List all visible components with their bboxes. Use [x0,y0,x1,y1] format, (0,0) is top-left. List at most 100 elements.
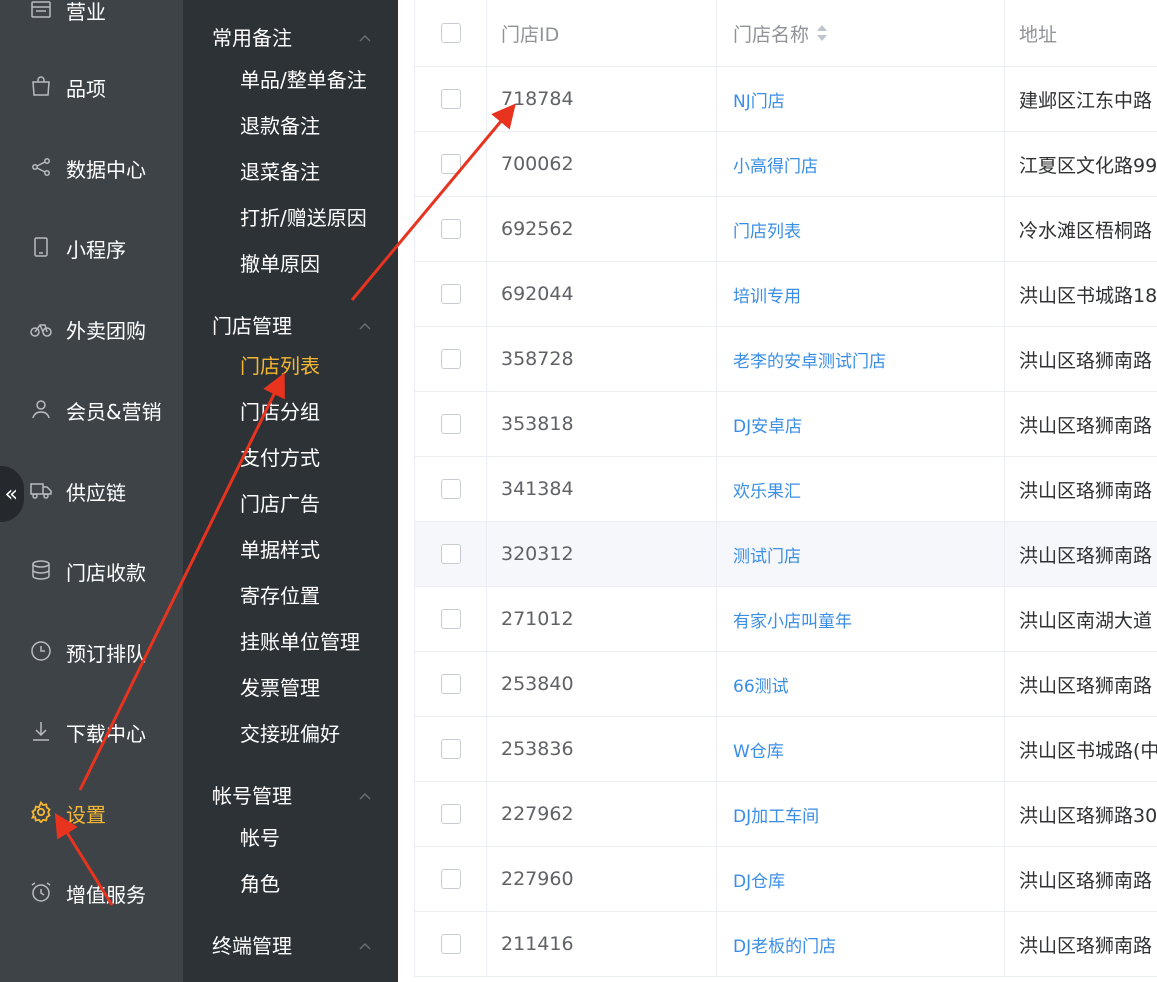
store-id-cell: 718784 [487,67,717,131]
sidebar-item-4[interactable]: 外卖团购 [0,307,183,347]
sidebar-item-label: 数据中心 [66,158,146,182]
row-checkbox[interactable] [440,804,461,824]
table-row[interactable]: 358728 老李的安卓测试门店 洪山区珞狮南路 [415,327,1157,392]
store-name-link[interactable]: DJ老板的门店 [717,912,1005,976]
store-name-link[interactable]: 欢乐果汇 [717,457,1005,521]
store-name-link[interactable]: 老李的安卓测试门店 [717,327,1005,391]
subnav-group-0[interactable]: 常用备注 [183,12,398,52]
database-icon [30,559,52,581]
column-header-address: 地址 [1005,0,1157,66]
store-name-link[interactable]: NJ门店 [717,67,1005,131]
store-id-cell: 253836 [487,717,717,781]
row-checkbox[interactable] [440,89,461,109]
store-name-link[interactable]: 66测试 [717,652,1005,716]
sidebar-item-label: 增值服务 [66,883,146,907]
store-name-link[interactable]: 测试门店 [717,522,1005,586]
store-name-link[interactable]: 小高得门店 [717,132,1005,196]
row-checkbox[interactable] [440,154,461,174]
table-row[interactable]: 320312 测试门店 洪山区珞狮南路 [415,522,1157,587]
subnav-group-2[interactable]: 帐号管理 [183,770,398,810]
table-row[interactable]: 341384 欢乐果汇 洪山区珞狮南路 [415,457,1157,522]
subnav-item-1-3[interactable]: 门店广告 [240,488,320,524]
row-checkbox-cell [415,197,487,261]
row-checkbox-cell [415,847,487,911]
store-name-link[interactable]: DJ加工车间 [717,782,1005,846]
row-checkbox-cell [415,392,487,456]
table-row[interactable]: 353818 DJ安卓店 洪山区珞狮南路 [415,392,1157,457]
subnav-item-0-2[interactable]: 退菜备注 [240,156,320,192]
sidebar-item-1[interactable]: 品项 [0,65,183,105]
subnav-item-1-8[interactable]: 交接班偏好 [240,718,340,754]
store-name-link[interactable]: DJ仓库 [717,847,1005,911]
mobile-icon [30,236,52,258]
select-all-checkbox[interactable] [440,23,461,43]
store-name-link[interactable]: 培训专用 [717,262,1005,326]
table-row[interactable]: 253840 66测试 洪山区珞狮南路 [415,652,1157,717]
download-icon [30,720,52,742]
row-checkbox[interactable] [440,739,461,759]
bicycle-icon [30,317,52,339]
subnav-item-0-0[interactable]: 单品/整单备注 [240,64,367,100]
column-header-store-name[interactable]: 门店名称 [717,0,1005,66]
subnav-item-1-5[interactable]: 寄存位置 [240,580,320,616]
subnav-item-1-0[interactable]: 门店列表 [240,350,320,386]
table-row[interactable]: 227960 DJ仓库 洪山区珞狮南路 [415,847,1157,912]
row-checkbox[interactable] [440,674,461,694]
store-name-link[interactable]: 门店列表 [717,197,1005,261]
sidebar-item-7[interactable]: 门店收款 [0,549,183,589]
sidebar-item-8[interactable]: 预订排队 [0,630,183,670]
table-row[interactable]: 271012 有家小店叫童年 洪山区南湖大道 [415,587,1157,652]
table-row[interactable]: 211416 DJ老板的门店 洪山区珞狮南路 [415,912,1157,977]
store-address-cell: 洪山区书城路18 [1019,284,1157,307]
subnav-item-2-0[interactable]: 帐号 [240,822,280,858]
table-row[interactable]: 700062 小高得门店 江夏区文化路99 [415,132,1157,197]
row-checkbox[interactable] [440,479,461,499]
sidebar-item-5[interactable]: 会员&营销 [0,388,183,428]
row-checkbox[interactable] [440,284,461,304]
table-row[interactable]: 718784 NJ门店 建邺区江东中路 [415,67,1157,132]
row-checkbox[interactable] [440,869,461,889]
row-checkbox[interactable] [440,609,461,629]
table-row[interactable]: 692044 培训专用 洪山区书城路18 [415,262,1157,327]
subnav-item-1-1[interactable]: 门店分组 [240,396,320,432]
row-checkbox[interactable] [440,219,461,239]
table-row[interactable]: 253836 W仓库 洪山区书城路(中 [415,717,1157,782]
subnav-item-1-6[interactable]: 挂账单位管理 [240,626,360,662]
subnav-item-1-4[interactable]: 单据样式 [240,534,320,570]
chevron-up-icon [359,318,371,330]
sidebar-item-10[interactable]: 设置 [0,791,183,831]
subnav-item-2-1[interactable]: 角色 [240,868,280,904]
subnav-item-0-1[interactable]: 退款备注 [240,110,320,146]
row-checkbox[interactable] [440,349,461,369]
row-checkbox-cell [415,522,487,586]
row-checkbox[interactable] [440,934,461,954]
subnav-group-1[interactable]: 门店管理 [183,300,398,340]
row-checkbox[interactable] [440,544,461,564]
row-checkbox-cell [415,782,487,846]
table-row[interactable]: 692562 门店列表 冷水滩区梧桐路 [415,197,1157,262]
store-id-cell: 320312 [487,522,717,586]
sidebar-item-3[interactable]: 小程序 [0,226,183,266]
table-row[interactable]: 227962 DJ加工车间 洪山区珞狮路30 [415,782,1157,847]
sidebar-item-2[interactable]: 数据中心 [0,146,183,186]
shopping-bag-icon [30,75,52,97]
store-id-cell: 692562 [487,197,717,261]
store-name-link[interactable]: 有家小店叫童年 [717,587,1005,651]
sidebar-item-11[interactable]: 增值服务 [0,871,183,911]
subnav-item-0-4[interactable]: 撤单原因 [240,248,320,284]
sort-caret-icon[interactable] [817,25,828,41]
store-address-cell: 洪山区珞狮南路 [1019,869,1153,892]
subnav-item-1-7[interactable]: 发票管理 [240,672,320,708]
subnav-item-0-3[interactable]: 打折/赠送原因 [240,202,367,238]
subnav-item-1-2[interactable]: 支付方式 [240,442,320,478]
store-name-link[interactable]: DJ安卓店 [717,392,1005,456]
row-checkbox[interactable] [440,414,461,434]
sidebar-item-0[interactable]: 营业 [0,0,183,28]
store-id-cell: 353818 [487,392,717,456]
store-id-cell: 227962 [487,782,717,846]
sidebar-item-6[interactable]: 供应链 [0,469,183,509]
subnav-group-3[interactable]: 终端管理 [183,920,398,960]
sidebar-item-9[interactable]: 下载中心 [0,710,183,750]
sidebar-item-label: 品项 [66,77,106,101]
store-name-link[interactable]: W仓库 [717,717,1005,781]
